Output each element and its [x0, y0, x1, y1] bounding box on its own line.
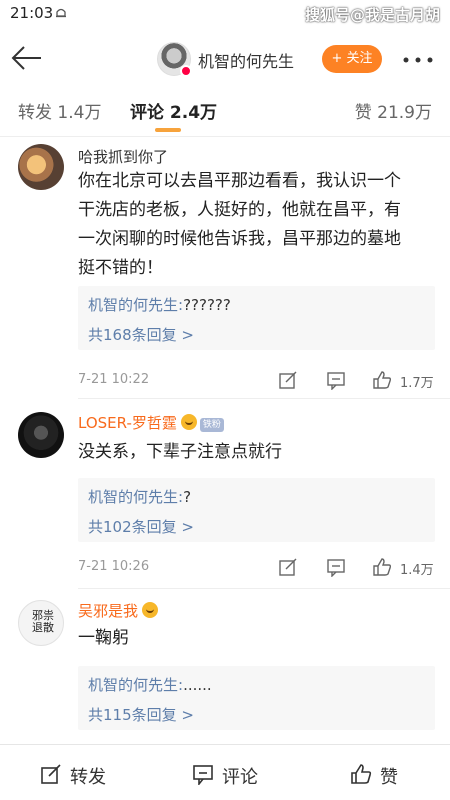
- vip-emoji-icon: [142, 602, 159, 618]
- tab-like[interactable]: 赞 21.9万: [355, 98, 432, 123]
- reply-count-link[interactable]: 共102条回复 >: [88, 516, 194, 537]
- like-icon[interactable]: [350, 763, 372, 785]
- reply-count-link[interactable]: 共115条回复 >: [88, 704, 194, 725]
- commenter-name: LOSER-罗哲霆 铁粉: [78, 412, 224, 433]
- like-icon[interactable]: [372, 557, 392, 577]
- repost-icon[interactable]: [278, 370, 298, 390]
- notification-icon: [56, 8, 66, 18]
- comment-text: 没关系，下辈子注意点就行: [78, 438, 438, 467]
- comment-icon[interactable]: [326, 370, 346, 390]
- active-tab-indicator: [155, 128, 181, 132]
- comment-line: 没关系，下辈子注意点就行: [78, 442, 282, 462]
- reply-line: 机智的何先生:?: [88, 486, 191, 507]
- fan-badge: 铁粉: [199, 418, 224, 432]
- bottom-like-button[interactable]: 赞: [380, 763, 398, 789]
- comment-line: 一次闲聊的时候他告诉我，昌平那边的墓地: [78, 229, 401, 249]
- reply-content: ......: [183, 676, 212, 694]
- more-options-icon[interactable]: [403, 57, 433, 63]
- commenter-name-text[interactable]: 吴邪是我: [78, 602, 138, 620]
- tab-bar: 转发 1.4万 评论 2.4万 赞 21.9万: [0, 98, 450, 134]
- comment-icon[interactable]: [326, 557, 346, 577]
- reply-author[interactable]: 机智的何先生:: [88, 488, 183, 506]
- reply-preview[interactable]: 机智的何先生:...... 共115条回复 >: [78, 666, 435, 730]
- tab-comment[interactable]: 评论 2.4万: [130, 98, 217, 123]
- verified-badge-icon: [180, 65, 192, 77]
- watermark: 搜狐号@我是古月胡: [304, 6, 440, 24]
- commenter-avatar[interactable]: [18, 144, 64, 190]
- reply-author[interactable]: 机智的何先生:: [88, 676, 183, 694]
- commenter-name-text[interactable]: LOSER-罗哲霆: [78, 414, 177, 432]
- reply-line: 机智的何先生:??????: [88, 294, 231, 315]
- tab-repost[interactable]: 转发 1.4万: [18, 98, 101, 123]
- comment-line: 挺不错的！: [78, 258, 163, 278]
- comment-text: 你在北京可以去昌平那边看看，我认识一个 干洗店的老板，人挺好的，他就在昌平，有 …: [78, 167, 438, 283]
- back-arrow-icon[interactable]: [10, 42, 44, 74]
- status-time: 21:03: [10, 4, 54, 22]
- avatar-calligraphy: 邪祟退散: [32, 609, 54, 634]
- reply-preview[interactable]: 机智的何先生:? 共102条回复 >: [78, 478, 435, 542]
- top-nav: 机智的何先生 + 关注: [0, 28, 450, 88]
- author-name[interactable]: 机智的何先生: [198, 48, 294, 72]
- comment-line: 一鞠躬: [78, 628, 129, 648]
- comment-separator: [78, 398, 450, 399]
- bottom-repost-button[interactable]: 转发: [70, 763, 106, 789]
- like-icon[interactable]: [372, 370, 392, 390]
- comment-text: 一鞠躬: [78, 624, 438, 653]
- reply-author[interactable]: 机智的何先生:: [88, 296, 183, 314]
- commenter-name[interactable]: 哈我抓到你了: [78, 146, 168, 167]
- reply-line: 机智的何先生:......: [88, 674, 212, 695]
- follow-button[interactable]: + 关注: [322, 45, 382, 73]
- bottom-action-bar: 转发 评论 赞: [0, 744, 450, 800]
- status-bar: 21:03 搜狐号@我是古月胡: [0, 0, 450, 28]
- commenter-avatar[interactable]: [18, 412, 64, 458]
- comment-time: 7-21 10:22: [78, 372, 150, 387]
- comment-meta: 7-21 10:22 1.7万: [78, 370, 438, 394]
- reply-content: ??????: [183, 296, 231, 314]
- comment-line: 干洗店的老板，人挺好的，他就在昌平，有: [78, 200, 401, 220]
- tab-divider: [0, 136, 450, 137]
- commenter-name: 吴邪是我: [78, 600, 159, 621]
- comment-time: 7-21 10:26: [78, 559, 150, 574]
- like-count: 1.7万: [400, 376, 434, 391]
- bottom-comment-button[interactable]: 评论: [222, 763, 258, 789]
- reply-count-link[interactable]: 共168条回复 >: [88, 324, 194, 345]
- like-count: 1.4万: [400, 563, 434, 578]
- repost-icon[interactable]: [278, 557, 298, 577]
- comment-separator: [78, 588, 450, 589]
- reply-content: ?: [183, 488, 192, 506]
- comment-meta: 7-21 10:26 1.4万: [78, 557, 438, 581]
- reply-preview[interactable]: 机智的何先生:?????? 共168条回复 >: [78, 286, 435, 350]
- commenter-avatar[interactable]: 邪祟退散: [18, 600, 64, 646]
- repost-icon[interactable]: [40, 763, 62, 785]
- comment-line: 你在北京可以去昌平那边看看，我认识一个: [78, 171, 401, 191]
- comment-icon[interactable]: [192, 763, 214, 785]
- vip-emoji-icon: [180, 414, 197, 430]
